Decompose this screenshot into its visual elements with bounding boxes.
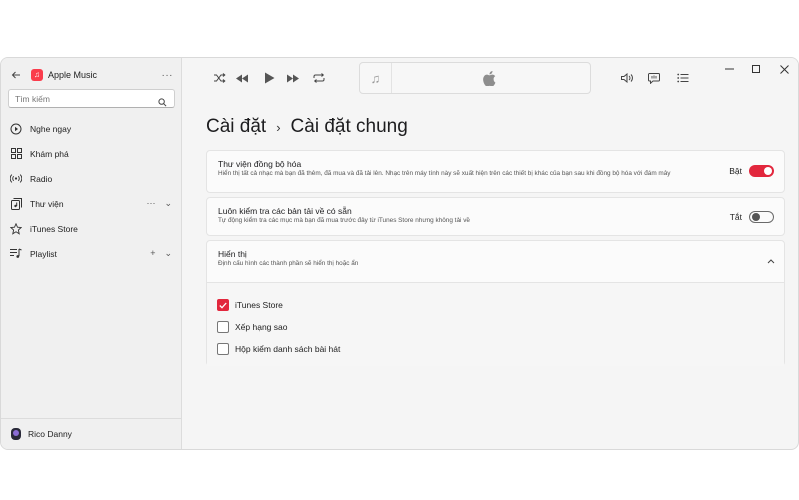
close-icon[interactable] xyxy=(778,63,790,75)
sidebar-item-label: iTunes Store xyxy=(30,223,78,234)
play-icon[interactable] xyxy=(262,72,276,84)
search-icon[interactable] xyxy=(158,94,168,106)
sidebar-item-itunes-store[interactable]: iTunes Store xyxy=(1,216,182,241)
sidebar-item-label: Thư viện xyxy=(30,198,64,209)
user-name: Rico Danny xyxy=(28,429,72,439)
sidebar-item-playlist[interactable]: Playlist + ⌄ xyxy=(1,241,182,266)
check-downloads-toggle[interactable] xyxy=(749,211,774,223)
setting-title: Luôn kiểm tra các bản tải về có sẵn xyxy=(218,206,352,216)
checkbox-unchecked[interactable] xyxy=(217,343,229,355)
sidebar-item-label: Playlist xyxy=(30,248,57,259)
setting-description: Định cấu hình các thành phần sẽ hiển thị… xyxy=(218,260,359,267)
music-note-icon: ♫ xyxy=(360,63,392,93)
checkbox-unchecked[interactable] xyxy=(217,321,229,333)
lyrics-icon[interactable] xyxy=(647,72,661,84)
page-title: Cài đặt › Cài đặt chung xyxy=(206,116,408,138)
sync-library-toggle[interactable] xyxy=(749,165,774,177)
shuffle-icon[interactable] xyxy=(213,72,227,84)
breadcrumb-parent[interactable]: Cài đặt xyxy=(206,116,266,138)
maximize-icon[interactable] xyxy=(750,63,762,75)
setting-title: Thư viện đồng bộ hóa xyxy=(218,159,302,169)
minimize-icon[interactable] xyxy=(723,63,735,75)
sidebar: ♫ Apple Music ··· Nghe ngay Khám phá xyxy=(1,58,182,449)
settings-content: Cài đặt › Cài đặt chung Thư viện đồng bộ… xyxy=(182,98,798,449)
apple-logo-icon xyxy=(483,71,497,87)
setting-display-section: Hiển thị Định cấu hình các thành phần sẽ… xyxy=(206,240,785,366)
option-song-list-checkboxes[interactable]: Hộp kiểm danh sách bài hát xyxy=(217,343,340,355)
radio-icon xyxy=(10,173,22,185)
play-circle-icon xyxy=(10,123,22,135)
sidebar-nav: Nghe ngay Khám phá Radio Thư viện ··· ⌄ … xyxy=(1,116,182,266)
user-account[interactable]: Rico Danny xyxy=(1,418,182,449)
add-playlist-icon[interactable]: + xyxy=(150,248,155,259)
setting-check-downloads: Luôn kiểm tra các bản tải về có sẵn Tự đ… xyxy=(206,197,785,236)
chevron-up-icon[interactable] xyxy=(767,256,775,266)
more-options-icon[interactable]: ··· xyxy=(162,70,174,81)
repeat-icon[interactable] xyxy=(312,72,326,84)
previous-icon[interactable] xyxy=(235,72,249,84)
library-icon xyxy=(10,197,22,210)
player-toolbar: ♫ xyxy=(182,58,798,98)
next-icon[interactable] xyxy=(286,72,300,84)
volume-icon[interactable] xyxy=(620,72,634,84)
setting-title: Hiển thị xyxy=(218,249,247,259)
setting-description: Hiển thị tất cả nhạc mà bạn đã thêm, đã … xyxy=(218,170,671,177)
breadcrumb-separator: › xyxy=(276,119,281,135)
display-options: iTunes Store Xếp hạng sao Hộp kiểm danh … xyxy=(207,282,784,366)
apple-music-logo-icon: ♫ xyxy=(31,69,43,81)
sidebar-item-browse[interactable]: Khám phá xyxy=(1,141,182,166)
option-label: iTunes Store xyxy=(235,300,283,310)
setting-sync-library: Thư viện đồng bộ hóa Hiển thị tất cả nhạ… xyxy=(206,150,785,193)
app-window: ♫ Apple Music ··· Nghe ngay Khám phá xyxy=(0,57,799,450)
sidebar-item-listen-now[interactable]: Nghe ngay xyxy=(1,116,182,141)
option-star-ratings[interactable]: Xếp hạng sao xyxy=(217,321,287,333)
sidebar-item-label: Khám phá xyxy=(30,148,69,159)
toggle-knob xyxy=(764,167,772,175)
sidebar-item-radio[interactable]: Radio xyxy=(1,166,182,191)
chevron-down-icon[interactable]: ⌄ xyxy=(164,198,172,209)
search-box[interactable] xyxy=(8,89,175,108)
sidebar-item-label: Nghe ngay xyxy=(30,123,72,134)
star-icon xyxy=(10,222,22,235)
option-label: Xếp hạng sao xyxy=(235,322,288,332)
toggle-state-label: Tắt xyxy=(729,212,742,222)
setting-description: Tự động kiểm tra các mục mà bạn đã mua t… xyxy=(218,217,470,224)
option-label: Hộp kiểm danh sách bài hát xyxy=(235,344,341,354)
now-playing-panel[interactable]: ♫ xyxy=(359,62,591,94)
app-name: Apple Music xyxy=(48,70,98,80)
back-arrow-icon[interactable] xyxy=(9,68,23,82)
playlist-icon xyxy=(10,248,22,260)
sidebar-header: ♫ Apple Music ··· xyxy=(9,64,173,86)
avatar xyxy=(11,428,21,440)
chevron-down-icon[interactable]: ⌄ xyxy=(164,248,172,259)
toggle-state-label: Bật xyxy=(729,166,742,176)
breadcrumb-current: Cài đặt chung xyxy=(290,116,408,137)
toggle-knob xyxy=(752,213,760,221)
sidebar-item-library[interactable]: Thư viện ··· ⌄ xyxy=(1,191,182,216)
grid-icon xyxy=(10,148,22,160)
sidebar-item-label: Radio xyxy=(30,173,53,184)
search-input[interactable] xyxy=(15,93,158,104)
library-more-icon[interactable]: ··· xyxy=(146,198,155,209)
checkbox-checked[interactable] xyxy=(217,299,229,311)
option-itunes-store[interactable]: iTunes Store xyxy=(217,299,283,311)
queue-icon[interactable] xyxy=(676,72,690,84)
